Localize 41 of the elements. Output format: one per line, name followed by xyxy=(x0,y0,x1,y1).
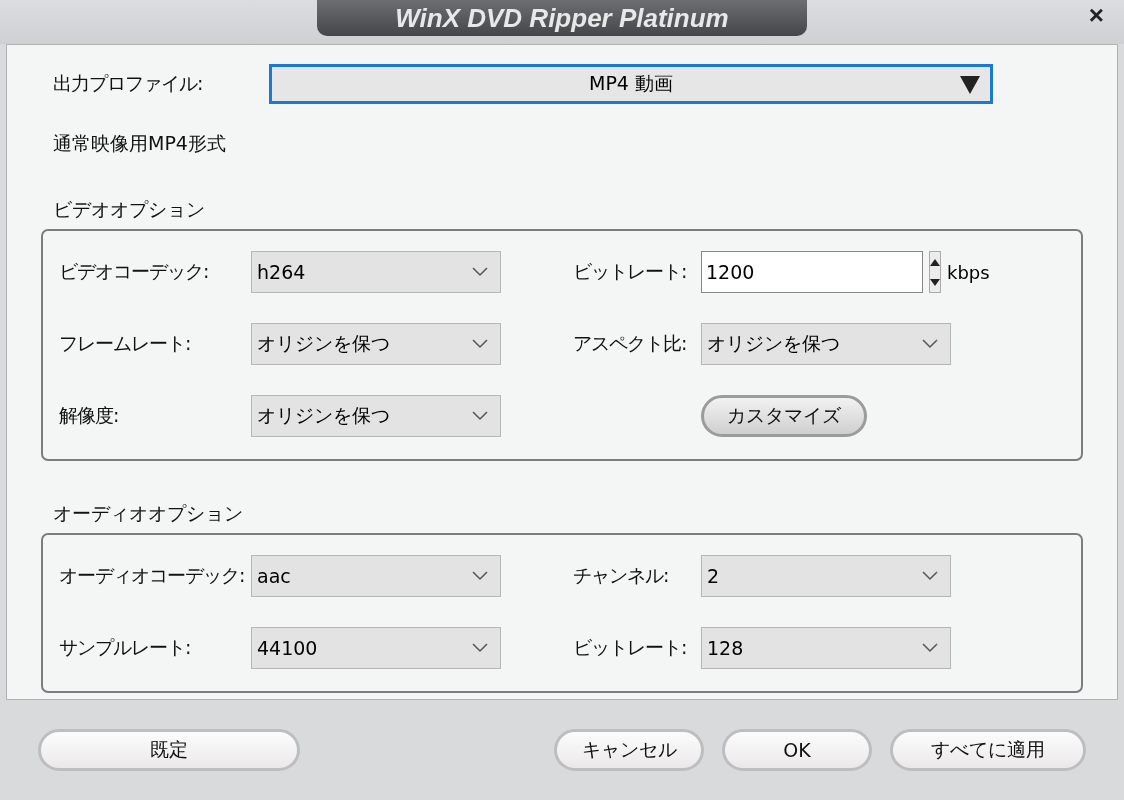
field-label: ビデオコーデック: xyxy=(59,259,210,284)
dropdown[interactable]: aac xyxy=(251,555,501,597)
chevron-down-icon xyxy=(922,339,938,349)
section-title: ビデオオプション xyxy=(53,197,206,222)
dialog-button[interactable]: すべてに適用 xyxy=(890,729,1086,771)
triangle-down-icon xyxy=(960,76,980,94)
field-label: チャンネル: xyxy=(573,563,670,588)
dropdown[interactable]: h264 xyxy=(251,251,501,293)
field-label: ビットレート: xyxy=(573,635,688,660)
dropdown[interactable]: オリジンを保つ xyxy=(251,395,501,437)
dropdown[interactable]: 2 xyxy=(701,555,951,597)
field-label: 出力プロファイル: xyxy=(53,71,203,96)
dropdown[interactable]: 128 xyxy=(701,627,951,669)
dialog-button[interactable]: キャンセル xyxy=(554,729,704,771)
input-field[interactable]: 1200 xyxy=(701,251,923,293)
section-title: オーディオオプション xyxy=(53,501,244,526)
field-label: サンプルレート: xyxy=(59,635,192,660)
chevron-down-icon xyxy=(472,643,488,653)
chevron-down-icon xyxy=(472,339,488,349)
default-button[interactable]: 既定 xyxy=(38,729,300,771)
spin-buttons[interactable] xyxy=(929,251,941,293)
dialog-button[interactable]: OK xyxy=(722,729,872,771)
dropdown[interactable]: 44100 xyxy=(251,627,501,669)
field-label: 解像度: xyxy=(59,403,120,428)
chevron-down-icon xyxy=(472,267,488,277)
field-label: アスペクト比: xyxy=(573,331,688,356)
field-label: フレームレート: xyxy=(59,331,192,356)
field-label: ビットレート: xyxy=(573,259,688,284)
field-label: オーディオコーデック: xyxy=(59,563,246,588)
chevron-down-icon xyxy=(922,571,938,581)
close-button[interactable]: × xyxy=(1088,0,1104,31)
window-title: WinX DVD Ripper Platinum xyxy=(317,0,807,36)
chevron-down-icon xyxy=(472,411,488,421)
chevron-down-icon xyxy=(472,571,488,581)
profile-description: 通常映像用MP4形式 xyxy=(53,131,227,156)
dropdown[interactable]: オリジンを保つ xyxy=(251,323,501,365)
profile-dropdown[interactable]: MP4 動画 xyxy=(269,64,993,104)
dropdown[interactable]: オリジンを保つ xyxy=(701,323,951,365)
customize-button[interactable]: カスタマイズ xyxy=(701,395,867,437)
chevron-down-icon xyxy=(922,643,938,653)
unit-label: kbps xyxy=(947,261,990,283)
